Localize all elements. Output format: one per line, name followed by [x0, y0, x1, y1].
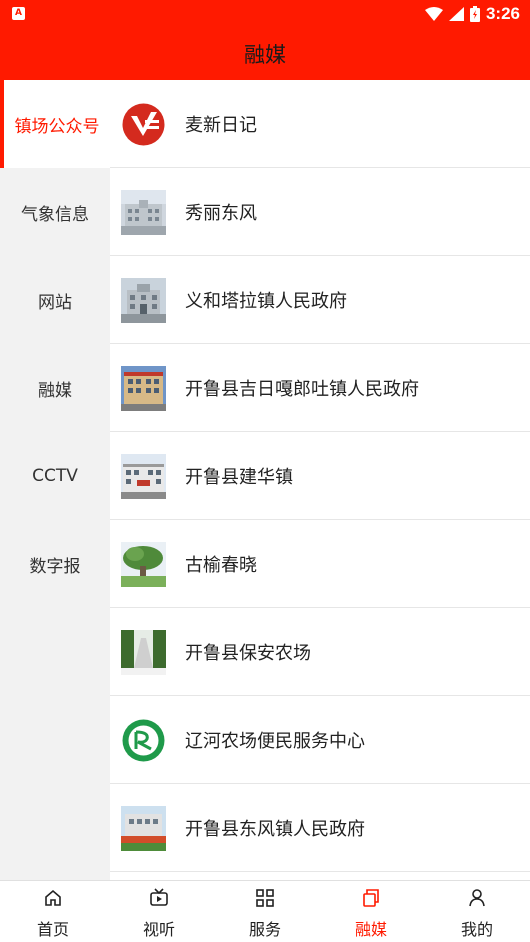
list-item[interactable]: 义和塔拉镇人民政府	[110, 256, 530, 344]
header: 融媒	[0, 28, 530, 80]
nav-label: 首页	[36, 920, 69, 939]
media-icon	[363, 889, 379, 907]
account-list: 麦新日记 秀丽东风 义和塔拉镇人民政府 开鲁县吉日嘎郎吐镇人民政府 开鲁县建华镇…	[110, 80, 530, 880]
list-item-label: 秀丽东风	[185, 203, 257, 224]
list-item[interactable]: 麦新日记	[110, 80, 530, 168]
wifi-icon	[424, 7, 443, 21]
sidebar-item-label: 数字报	[29, 556, 81, 577]
list-item-label: 义和塔拉镇人民政府	[185, 291, 347, 312]
status-indicators: 3:26	[424, 4, 520, 24]
list-item[interactable]: 秀丽东风	[110, 168, 530, 256]
user-icon	[469, 889, 485, 907]
building-photo-icon	[121, 454, 166, 499]
list-item-label: 开鲁县保安农场	[185, 643, 311, 664]
list-item-label: 麦新日记	[185, 115, 257, 136]
bottom-nav: 首页 视听 服务 融媒 我的	[0, 880, 530, 942]
list-item[interactable]: 辽河农场便民服务中心	[110, 696, 530, 784]
road-photo-icon	[121, 630, 166, 675]
nav-media[interactable]: 融媒	[318, 881, 424, 942]
sidebar-item-media[interactable]: 融媒	[0, 344, 110, 432]
page-title: 融媒	[244, 43, 286, 67]
building-photo-icon	[121, 806, 166, 851]
list-item-label: 开鲁县东风镇人民政府	[185, 819, 365, 840]
sidebar-item-town-accounts[interactable]: 镇场公众号	[0, 80, 110, 168]
sidebar: 镇场公众号 气象信息 网站 融媒 CCTV 数字报	[0, 80, 110, 880]
maixin-logo-icon	[121, 102, 166, 147]
nav-label: 我的	[460, 920, 493, 939]
list-item[interactable]: 开鲁县吉日嘎郎吐镇人民政府	[110, 344, 530, 432]
home-icon	[45, 889, 61, 906]
green-seal-logo-icon	[121, 718, 166, 763]
sidebar-item-label: 气象信息	[21, 204, 89, 225]
building-photo-icon	[121, 278, 166, 323]
nav-label: 融媒	[354, 920, 387, 939]
battery-icon	[469, 6, 480, 22]
sidebar-item-label: 镇场公众号	[14, 116, 100, 137]
building-photo-icon	[121, 366, 166, 411]
list-item[interactable]: 古榆春晓	[110, 520, 530, 608]
nav-label: 视听	[142, 920, 175, 939]
status-time: 3:26	[485, 4, 520, 23]
sidebar-item-digital-paper[interactable]: 数字报	[0, 520, 110, 608]
list-item-label: 开鲁县吉日嘎郎吐镇人民政府	[185, 379, 419, 400]
sidebar-item-label: CCTV	[32, 466, 78, 486]
nav-av[interactable]: 视听	[106, 881, 212, 942]
sidebar-item-label: 网站	[38, 292, 72, 313]
nav-home[interactable]: 首页	[0, 881, 106, 942]
building-photo-icon	[121, 190, 166, 235]
nav-label: 服务	[248, 920, 281, 939]
app-notification-icon: A	[12, 7, 25, 20]
signal-icon	[448, 7, 464, 21]
nav-services[interactable]: 服务	[212, 881, 318, 942]
grid-icon	[256, 889, 274, 907]
list-item[interactable]: 开鲁县东风镇人民政府	[110, 784, 530, 872]
sidebar-item-weather[interactable]: 气象信息	[0, 168, 110, 256]
sidebar-item-label: 融媒	[38, 380, 72, 401]
list-item[interactable]: 开鲁县保安农场	[110, 608, 530, 696]
nav-mine[interactable]: 我的	[424, 881, 530, 942]
list-item-label: 开鲁县建华镇	[185, 467, 293, 488]
tree-photo-icon	[121, 542, 166, 587]
status-bar: A 3:26	[0, 0, 530, 28]
sidebar-item-cctv[interactable]: CCTV	[0, 432, 110, 520]
list-item-label: 古榆春晓	[185, 555, 257, 576]
list-item-label: 辽河农场便民服务中心	[185, 731, 365, 752]
list-item[interactable]: 开鲁县建华镇	[110, 432, 530, 520]
sidebar-item-websites[interactable]: 网站	[0, 256, 110, 344]
tv-icon	[150, 888, 168, 906]
